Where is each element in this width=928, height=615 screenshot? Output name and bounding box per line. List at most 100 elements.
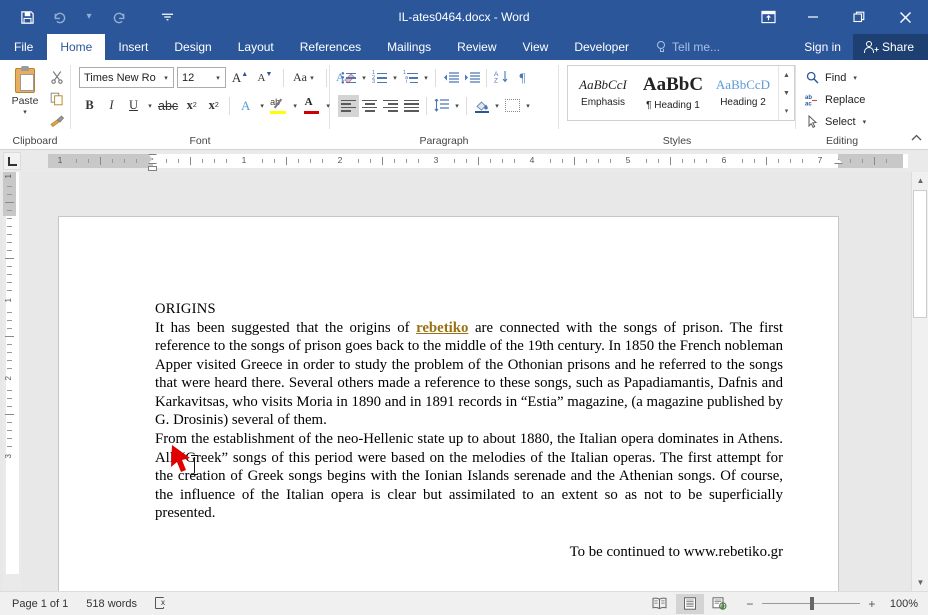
increase-indent-button[interactable]: [461, 67, 482, 89]
multilevel-list-button[interactable]: 1 a i: [400, 67, 421, 89]
read-mode-button[interactable]: [646, 594, 674, 614]
multilevel-dropdown-icon[interactable]: ▾: [421, 74, 431, 82]
align-left-button[interactable]: [338, 94, 359, 117]
minimize-button[interactable]: [790, 0, 836, 34]
vertical-scrollbar[interactable]: ▲ ▼: [911, 172, 928, 591]
tab-stop-selector[interactable]: [3, 152, 21, 170]
change-case-button[interactable]: Aa ▾: [291, 67, 319, 89]
text-effects-dropdown-icon[interactable]: ▾: [257, 102, 267, 110]
text-effects-button[interactable]: A: [235, 95, 256, 117]
tab-home[interactable]: Home: [47, 34, 106, 60]
replace-button[interactable]: ab ac Replace: [805, 89, 866, 110]
tab-insert[interactable]: Insert: [105, 34, 161, 60]
font-color-button[interactable]: A: [301, 95, 322, 117]
font-name-combo[interactable]: Times New Ro ▾: [79, 67, 174, 88]
borders-button[interactable]: [502, 95, 523, 117]
decrease-indent-button[interactable]: [440, 67, 461, 89]
zoom-out-button[interactable]: −: [744, 597, 756, 611]
undo-dropdown-icon[interactable]: ▾: [76, 4, 102, 30]
select-button[interactable]: Select ▾: [805, 111, 866, 132]
restore-button[interactable]: [836, 0, 882, 34]
align-center-button[interactable]: [359, 95, 380, 117]
copy-icon[interactable]: [46, 89, 68, 108]
style-item-heading-1[interactable]: AaBbC ¶ Heading 1: [638, 66, 708, 120]
sign-in-button[interactable]: Sign in: [792, 34, 853, 60]
tab-mailings[interactable]: Mailings: [374, 34, 444, 60]
numbering-dropdown-icon[interactable]: ▾: [390, 74, 400, 82]
find-button[interactable]: Find ▾: [805, 67, 866, 88]
shrink-font-button[interactable]: A ▼: [254, 67, 276, 89]
scroll-up-icon[interactable]: ▲: [912, 172, 928, 189]
zoom-in-button[interactable]: +: [866, 597, 878, 611]
change-case-dropdown-icon[interactable]: ▾: [307, 74, 317, 82]
grow-font-button[interactable]: A ▲: [229, 67, 251, 89]
highlight-button[interactable]: ab: [268, 95, 289, 117]
select-dropdown-icon[interactable]: ▾: [863, 118, 867, 126]
underline-button[interactable]: U: [123, 95, 144, 117]
tab-developer[interactable]: Developer: [561, 34, 642, 60]
left-indent-marker[interactable]: [148, 166, 157, 171]
print-layout-button[interactable]: [675, 593, 704, 614]
horizontal-ruler[interactable]: 1 1 2 3 4 5 6 7: [48, 154, 908, 171]
paste-dropdown-icon[interactable]: ▾: [23, 108, 27, 116]
zoom-control[interactable]: − + 100%: [744, 597, 918, 611]
font-size-dropdown-icon[interactable]: ▾: [211, 74, 225, 82]
zoom-level-label[interactable]: 100%: [890, 598, 918, 610]
collapse-ribbon-icon[interactable]: [911, 134, 922, 145]
format-painter-icon[interactable]: [46, 111, 68, 130]
document-body[interactable]: ORIGINS It has been suggested that the o…: [155, 301, 783, 561]
proofing-errors-icon[interactable]: x: [155, 597, 169, 610]
web-layout-button[interactable]: [706, 594, 734, 614]
styles-scroll-down-icon[interactable]: ▼: [779, 85, 794, 102]
line-spacing-button[interactable]: [431, 95, 452, 117]
borders-dropdown-icon[interactable]: ▾: [523, 102, 533, 110]
close-button[interactable]: [882, 0, 928, 34]
subscript-button[interactable]: x2: [181, 95, 202, 117]
tab-review[interactable]: Review: [444, 34, 509, 60]
sort-button[interactable]: AZ: [491, 67, 512, 89]
page-count-label[interactable]: Page 1 of 1: [12, 598, 68, 610]
rebetiko-link[interactable]: rebetiko: [416, 320, 468, 336]
line-spacing-dropdown-icon[interactable]: ▾: [452, 102, 462, 110]
styles-more-icon[interactable]: ▾: [779, 102, 794, 119]
styles-scroll-up-icon[interactable]: ▲: [779, 67, 794, 84]
scroll-down-icon[interactable]: ▼: [912, 574, 928, 591]
customize-qat-icon[interactable]: [154, 4, 180, 30]
ribbon-display-options-icon[interactable]: [746, 0, 790, 34]
redo-icon[interactable]: [104, 4, 134, 30]
vertical-ruler[interactable]: 1 1 2 3: [3, 172, 21, 591]
document-page[interactable]: ORIGINS It has been suggested that the o…: [58, 216, 839, 591]
bullets-button[interactable]: ● ● ●: [338, 67, 359, 89]
style-item-heading-2[interactable]: AaBbCcD Heading 2: [708, 66, 778, 120]
share-button[interactable]: + Share: [852, 34, 928, 60]
bullets-dropdown-icon[interactable]: ▾: [359, 74, 369, 82]
undo-icon[interactable]: [44, 4, 74, 30]
shading-button[interactable]: [471, 95, 492, 117]
show-formatting-marks-button[interactable]: ¶: [512, 67, 533, 89]
save-icon[interactable]: [12, 4, 42, 30]
word-count-label[interactable]: 518 words: [86, 598, 137, 610]
font-size-combo[interactable]: 12 ▾: [177, 67, 226, 88]
zoom-slider[interactable]: [761, 597, 860, 610]
numbering-button[interactable]: 1 2 3: [369, 67, 390, 89]
scrollbar-thumb[interactable]: [913, 190, 927, 318]
find-dropdown-icon[interactable]: ▾: [853, 74, 857, 82]
align-right-button[interactable]: [380, 95, 401, 117]
strikethrough-button[interactable]: abc: [156, 95, 180, 117]
zoom-slider-thumb[interactable]: [809, 597, 814, 610]
highlight-dropdown-icon[interactable]: ▾: [290, 102, 300, 110]
font-name-dropdown-icon[interactable]: ▾: [159, 74, 173, 82]
tab-layout[interactable]: Layout: [225, 34, 287, 60]
justify-button[interactable]: [401, 95, 422, 117]
shading-dropdown-icon[interactable]: ▾: [492, 102, 502, 110]
cut-icon[interactable]: [46, 67, 68, 86]
superscript-button[interactable]: x2: [203, 95, 224, 117]
paste-button[interactable]: Paste ▾: [4, 64, 46, 116]
style-item-emphasis[interactable]: AaBbCcI Emphasis: [568, 66, 638, 120]
tab-view[interactable]: View: [510, 34, 562, 60]
tab-references[interactable]: References: [287, 34, 374, 60]
tell-me-search[interactable]: Tell me...: [642, 34, 730, 60]
italic-button[interactable]: I: [101, 95, 122, 117]
underline-dropdown-icon[interactable]: ▾: [145, 102, 155, 110]
tab-design[interactable]: Design: [161, 34, 224, 60]
